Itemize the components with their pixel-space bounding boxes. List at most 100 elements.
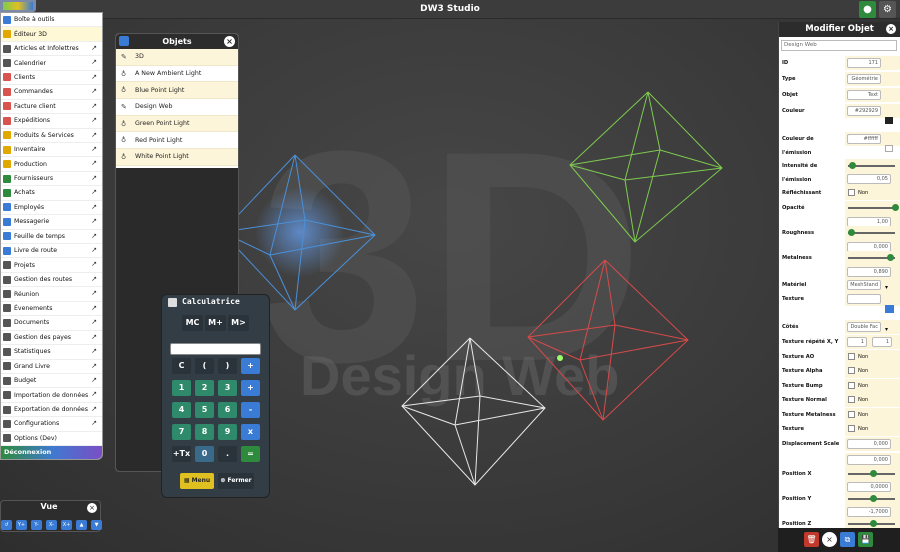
view-button[interactable]: ▲ [76, 520, 87, 530]
menu-item-13[interactable]: Employés ↗ [1, 201, 102, 216]
checkbox[interactable] [848, 382, 855, 389]
property-input[interactable]: 0,05 [847, 174, 891, 184]
menu-item-27[interactable]: Exportation de données ↗ [1, 403, 102, 418]
calc-key[interactable]: ) [218, 358, 237, 374]
menu-item-29[interactable]: Options (Dev) [1, 432, 102, 447]
calc-key[interactable]: x [241, 424, 260, 440]
slider-knob[interactable] [870, 520, 877, 527]
calculator-display[interactable] [170, 343, 261, 355]
property-input[interactable]: Text [847, 90, 881, 100]
object-item[interactable]: ♁ White Point Light [116, 149, 238, 166]
calc-memory-button[interactable]: M+ [205, 315, 226, 331]
property-input[interactable] [847, 294, 881, 304]
object-item[interactable]: ♁ Red Point Light [116, 132, 238, 150]
menu-item-4[interactable]: Clients ↗ [1, 71, 102, 86]
slider[interactable] [848, 232, 895, 234]
property-input[interactable]: 1 [872, 337, 892, 347]
calc-key[interactable]: 8 [195, 424, 214, 440]
property-input[interactable]: 0,000 [847, 439, 891, 449]
calc-key[interactable]: - [241, 402, 260, 418]
view-button[interactable]: Y- [31, 520, 42, 530]
property-input[interactable]: -1,7000 [847, 507, 891, 517]
menu-item-3[interactable]: Calendrier ↗ [1, 56, 102, 71]
menu-item-23[interactable]: Statistiques ↗ [1, 345, 102, 360]
calc-key[interactable]: 9 [218, 424, 237, 440]
calc-key[interactable]: 6 [218, 402, 237, 418]
calc-memory-button[interactable]: MC [182, 315, 203, 331]
property-input[interactable]: Géométrie [847, 74, 881, 84]
slider[interactable] [848, 207, 895, 209]
object-item[interactable]: ✎ 3D [116, 49, 238, 66]
logout-button[interactable]: Déconnexion [1, 446, 102, 459]
checkbox[interactable] [848, 425, 855, 432]
menu-item-25[interactable]: Budget ↗ [1, 374, 102, 389]
calc-key[interactable]: +Tx [172, 446, 191, 462]
emission-swatch[interactable] [885, 145, 893, 152]
menu-item-28[interactable]: Configurations ↗ [1, 417, 102, 432]
menu-item-11[interactable]: Fournisseurs ↗ [1, 172, 102, 187]
menu-item-6[interactable]: Facture client ↗ [1, 100, 102, 115]
calc-key[interactable]: + [241, 380, 260, 396]
calc-key[interactable]: 2 [195, 380, 214, 396]
calc-key[interactable]: 0 [195, 446, 214, 462]
close-objects-button[interactable]: × [224, 36, 235, 47]
slider-knob[interactable] [848, 229, 855, 236]
property-input[interactable]: 1 [847, 337, 867, 347]
checkbox[interactable] [848, 353, 855, 360]
object-select[interactable]: Design Web [781, 40, 897, 51]
calc-key[interactable]: 4 [172, 402, 191, 418]
view-button[interactable]: X- [46, 520, 57, 530]
checkbox[interactable] [848, 189, 855, 196]
calc-key[interactable]: 1 [172, 380, 191, 396]
menu-item-1[interactable]: Éditeur 3D [1, 27, 102, 42]
view-button[interactable]: ↺ [1, 520, 12, 530]
menu-item-18[interactable]: Gestion des routes ↗ [1, 273, 102, 288]
property-input[interactable]: 0,890 [847, 267, 891, 277]
object-item[interactable]: ♁ Green Point Light [116, 115, 238, 133]
calc-key[interactable]: ( [195, 358, 214, 374]
slider-knob[interactable] [887, 254, 895, 261]
calc-key[interactable]: + [241, 358, 260, 374]
texture-picker[interactable] [885, 305, 894, 313]
menu-item-14[interactable]: Messagerie ↗ [1, 215, 102, 230]
property-input[interactable]: Double Fac [847, 322, 881, 332]
calc-close-button[interactable]: ⊗ Fermer [218, 473, 254, 489]
checkbox[interactable] [848, 396, 855, 403]
view-button[interactable]: ▼ [91, 520, 102, 530]
property-input[interactable]: MeshStand [847, 280, 881, 290]
calc-key[interactable]: C [172, 358, 191, 374]
duplicate-button[interactable]: ⧉ [840, 532, 855, 547]
object-item[interactable]: ♁ Blue Point Light [116, 82, 238, 100]
menu-item-24[interactable]: Grand Livre ↗ [1, 360, 102, 374]
menu-item-9[interactable]: Inventaire ↗ [1, 143, 102, 158]
property-input[interactable]: #292929 [847, 106, 881, 116]
menu-item-16[interactable]: Livre de route ↗ [1, 244, 102, 259]
calc-key[interactable]: . [218, 446, 237, 462]
cancel-button[interactable]: × [822, 532, 837, 547]
view-button[interactable]: X+ [61, 520, 72, 530]
calc-menu-button[interactable]: ▦ Menu [180, 473, 214, 489]
menu-item-5[interactable]: Commandes ↗ [1, 85, 102, 100]
calc-key[interactable]: = [241, 446, 260, 462]
slider-knob[interactable] [892, 204, 899, 211]
save-button[interactable]: 💾 [858, 532, 873, 547]
property-input[interactable]: 0,0000 [847, 482, 891, 492]
view-button[interactable]: Y+ [16, 520, 27, 530]
menu-item-20[interactable]: Évenements ↗ [1, 302, 102, 317]
menu-item-2[interactable]: Articles et Infolettres ↗ [1, 42, 102, 57]
calc-memory-button[interactable]: M> [228, 315, 249, 331]
close-view-button[interactable]: × [87, 503, 97, 513]
menu-item-15[interactable]: Feuille de temps ↗ [1, 230, 102, 244]
property-input[interactable]: 0,000 [847, 455, 891, 465]
calc-key[interactable]: 5 [195, 402, 214, 418]
delete-button[interactable]: 🗑 [804, 532, 819, 547]
menu-item-17[interactable]: Projets ↗ [1, 258, 102, 273]
color-swatch[interactable] [885, 117, 893, 124]
close-properties-button[interactable]: × [886, 24, 896, 34]
object-item[interactable]: ♁ A New Ambient Light [116, 66, 238, 83]
calc-key[interactable]: 7 [172, 424, 191, 440]
property-input[interactable]: #ffffff [847, 134, 881, 144]
checkbox[interactable] [848, 411, 855, 418]
menu-item-0[interactable]: Boîte à outils [1, 13, 102, 28]
calc-key[interactable]: 3 [218, 380, 237, 396]
